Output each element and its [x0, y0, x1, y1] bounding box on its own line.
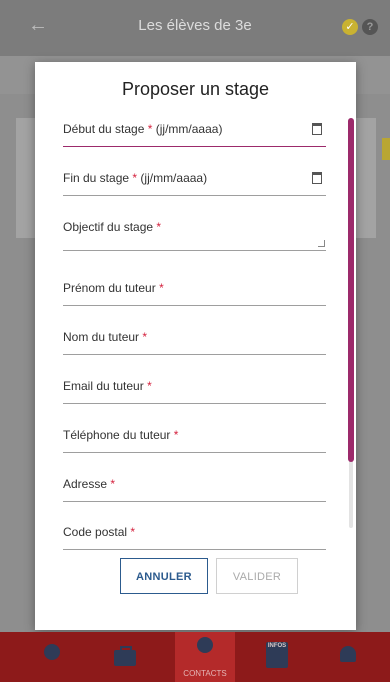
background-tab	[382, 138, 390, 160]
field-label: Fin du stage * (jj/mm/aaaa)	[63, 171, 208, 185]
cancel-button[interactable]: ANNULER	[120, 558, 208, 594]
field-label: Téléphone du tuteur *	[63, 428, 179, 442]
tutor-email-field[interactable]: Email du tuteur *	[63, 377, 326, 404]
scrollbar-thumb[interactable]	[348, 118, 354, 462]
bell-icon	[340, 646, 356, 662]
tutor-phone-field[interactable]: Téléphone du tuteur *	[63, 426, 326, 453]
nav-notifications[interactable]	[318, 632, 378, 682]
field-label: Code postal *	[63, 525, 136, 539]
nav-infos[interactable]: INFOS	[247, 632, 307, 682]
help-icon[interactable]: ?	[362, 19, 378, 35]
field-label: Nom du tuteur *	[63, 330, 148, 344]
start-date-field[interactable]: Début du stage * (jj/mm/aaaa)	[63, 120, 326, 147]
objective-textarea[interactable]: Objectif du stage *	[63, 218, 326, 251]
validate-button[interactable]: VALIDER	[216, 558, 298, 594]
field-label: Adresse *	[63, 477, 116, 491]
calendar-icon[interactable]	[312, 123, 322, 135]
resize-handle-icon[interactable]	[318, 240, 325, 247]
field-label: Prénom du tuteur *	[63, 281, 164, 295]
postal-code-field[interactable]: Code postal *	[63, 523, 326, 550]
info-list-icon: INFOS	[266, 642, 288, 668]
calendar-icon[interactable]	[312, 172, 322, 184]
field-label: Email du tuteur *	[63, 379, 152, 393]
page-title: Les élèves de 3e	[138, 17, 252, 34]
app-header: ← Les élèves de 3e ✓ ?	[0, 0, 390, 56]
form-scroll-area[interactable]: Début du stage * (jj/mm/aaaa) Fin du sta…	[63, 120, 326, 592]
nav-label: CONTACTS	[183, 669, 227, 678]
nav-profile[interactable]	[22, 632, 82, 682]
end-date-field[interactable]: Fin du stage * (jj/mm/aaaa)	[63, 169, 326, 196]
chat-icon	[197, 637, 213, 653]
field-label: Objectif du stage *	[63, 220, 162, 234]
briefcase-icon	[114, 646, 136, 666]
propose-internship-dialog: Proposer un stage Début du stage * (jj/m…	[35, 62, 356, 630]
nav-contacts[interactable]: CONTACTS	[175, 632, 235, 682]
dialog-title: Proposer un stage	[121, 79, 270, 99]
nav-internships[interactable]	[95, 632, 155, 682]
tutor-firstname-field[interactable]: Prénom du tuteur *	[63, 279, 326, 306]
bottom-navigation: CONTACTS INFOS	[0, 632, 390, 682]
address-field[interactable]: Adresse *	[63, 475, 326, 502]
user-icon	[44, 644, 60, 660]
check-circle-icon[interactable]: ✓	[342, 19, 358, 35]
tutor-lastname-field[interactable]: Nom du tuteur *	[63, 328, 326, 355]
field-label: Début du stage * (jj/mm/aaaa)	[63, 122, 223, 136]
